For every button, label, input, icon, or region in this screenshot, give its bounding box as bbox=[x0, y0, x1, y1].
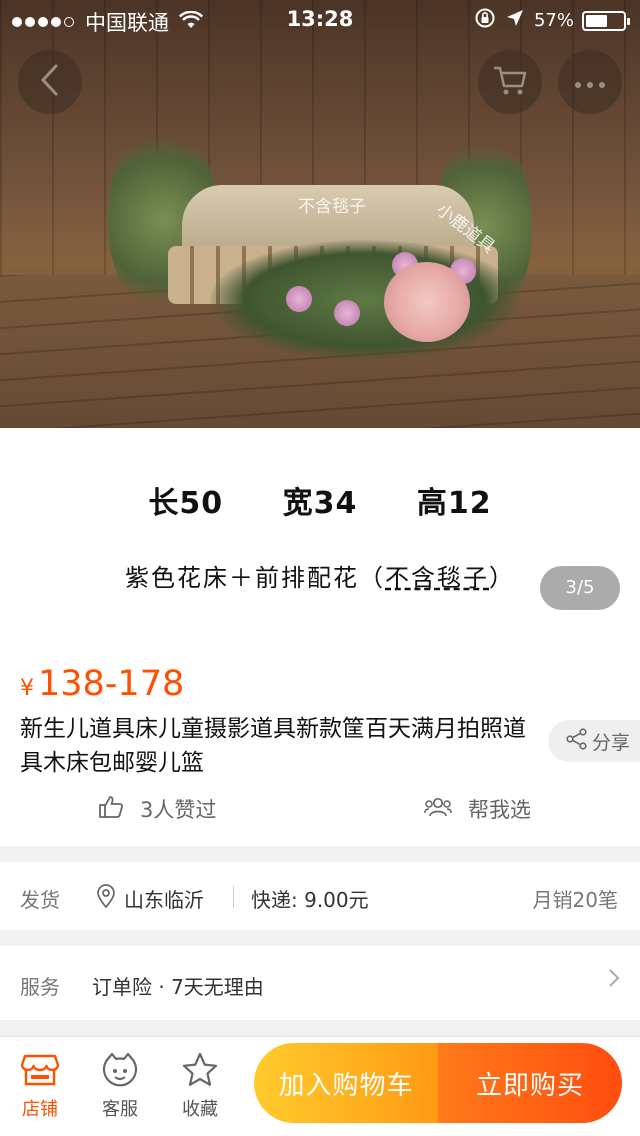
chevron-left-icon bbox=[39, 63, 61, 101]
customer-service-tab[interactable]: 客服 bbox=[90, 1049, 150, 1121]
favorite-tab[interactable]: 收藏 bbox=[170, 1049, 230, 1121]
rose-decoration bbox=[384, 262, 470, 342]
help-choose-label: 帮我选 bbox=[468, 798, 531, 822]
battery-percent: 57% bbox=[533, 10, 574, 31]
bottom-action-bar: 店铺 客服 收藏 加入购物车 立即购买 bbox=[0, 1036, 640, 1136]
ship-from-location: 山东临沂 bbox=[96, 884, 204, 913]
watermark-text: 不含毯子 bbox=[298, 197, 366, 217]
social-actions: 3人赞过 帮我选 bbox=[0, 794, 640, 834]
status-bar: 中国联通 13:28 57% bbox=[0, 0, 640, 40]
product-image-gallery[interactable]: 不含毯子 小鹿道具 长50 宽34 高12 紫色花床＋前排配花（不含毯子） 3/… bbox=[0, 0, 640, 640]
rotation-lock-icon bbox=[474, 7, 496, 34]
delivery-label: 发货 bbox=[20, 888, 60, 912]
store-label: 店铺 bbox=[22, 1099, 58, 1120]
price: ¥138-178 bbox=[20, 664, 184, 704]
cart-icon bbox=[492, 64, 528, 100]
currency-symbol: ¥ bbox=[20, 676, 34, 701]
dimension-length: 长50 bbox=[148, 486, 224, 521]
chevron-right-icon bbox=[608, 968, 620, 994]
customer-service-label: 客服 bbox=[102, 1099, 138, 1120]
store-tab[interactable]: 店铺 bbox=[10, 1049, 70, 1121]
likes-count: 3人赞过 bbox=[140, 798, 217, 822]
dimension-width: 宽34 bbox=[282, 486, 358, 521]
favorite-label: 收藏 bbox=[182, 1099, 218, 1120]
service-value: 订单险 · 7天无理由 bbox=[92, 975, 264, 999]
buy-now-button[interactable]: 立即购买 bbox=[438, 1043, 622, 1123]
share-icon bbox=[566, 727, 592, 755]
store-icon bbox=[10, 1049, 70, 1091]
share-button[interactable]: 分享 bbox=[548, 720, 640, 762]
product-photo: 不含毯子 小鹿道具 bbox=[0, 0, 640, 428]
dimensions-text: 长50 宽34 高12 bbox=[0, 478, 640, 522]
dimension-height: 高12 bbox=[416, 486, 492, 521]
service-row[interactable]: 服务 订单险 · 7天无理由 bbox=[0, 946, 640, 1020]
battery-icon bbox=[582, 10, 630, 31]
customer-service-icon bbox=[90, 1049, 150, 1091]
cart-button[interactable] bbox=[478, 50, 542, 114]
people-icon bbox=[424, 796, 468, 823]
product-info: ¥138-178 新生儿道具床儿童摄影道具新款筐百天满月拍照道具木床包邮婴儿篮 … bbox=[0, 640, 640, 846]
more-button[interactable] bbox=[558, 50, 622, 114]
thumbs-up-icon bbox=[98, 795, 140, 824]
service-label: 服务 bbox=[20, 975, 60, 999]
add-to-cart-button[interactable]: 加入购物车 bbox=[254, 1043, 438, 1123]
divider bbox=[233, 886, 234, 908]
help-me-choose-button[interactable]: 帮我选 bbox=[424, 794, 531, 824]
more-dots-icon bbox=[572, 73, 608, 92]
price-value: 138-178 bbox=[38, 664, 185, 704]
image-counter: 3/5 bbox=[540, 566, 620, 610]
share-label: 分享 bbox=[592, 731, 631, 754]
delivery-row: 发货 山东临沂 快递: 9.00元 月销20笔 bbox=[0, 862, 640, 930]
location-pin-icon bbox=[96, 884, 124, 913]
like-button[interactable]: 3人赞过 bbox=[98, 794, 216, 824]
star-icon bbox=[170, 1049, 230, 1091]
monthly-sales: 月销20笔 bbox=[532, 888, 618, 912]
shipping-fee: 快递: 9.00元 bbox=[251, 888, 369, 912]
product-title: 新生儿道具床儿童摄影道具新款筐百天满月拍照道具木床包邮婴儿篮 bbox=[20, 716, 526, 776]
location-arrow-icon bbox=[506, 9, 524, 32]
back-button[interactable] bbox=[18, 50, 82, 114]
